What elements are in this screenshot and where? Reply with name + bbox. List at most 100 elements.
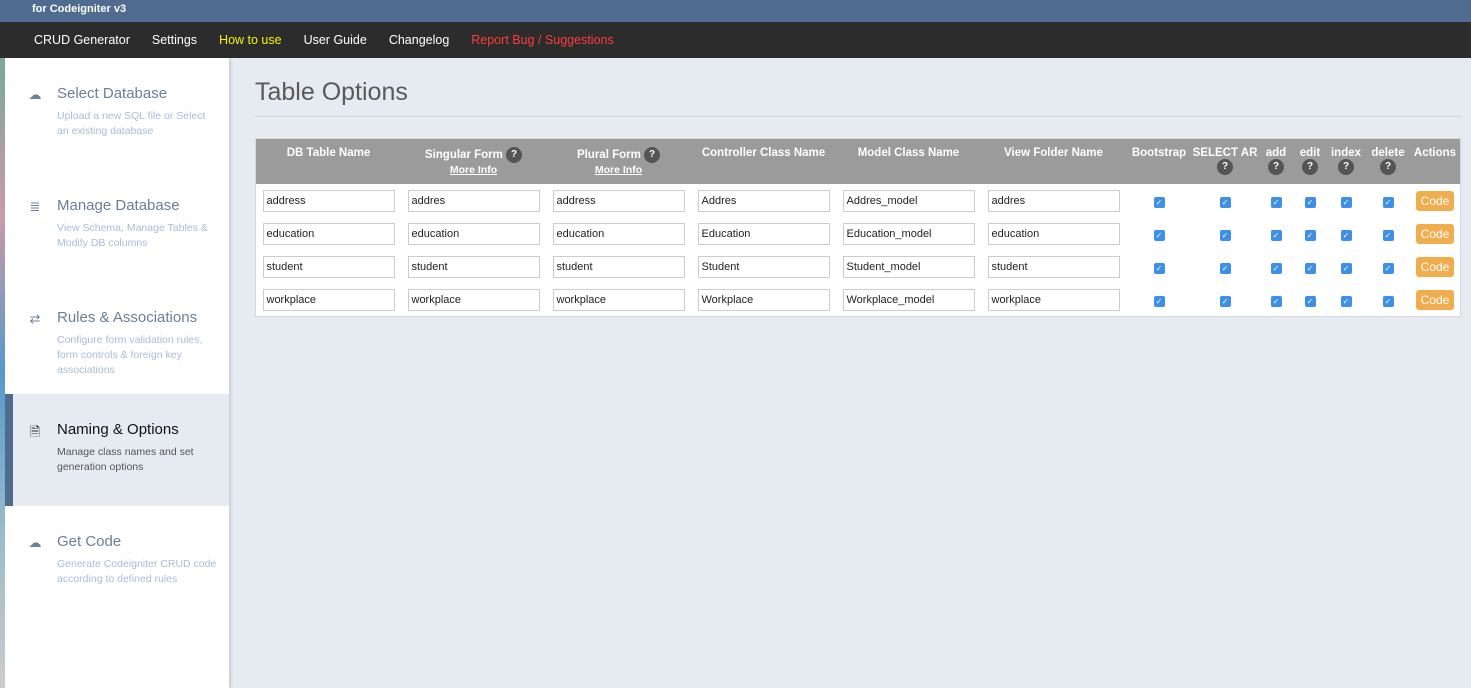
add-checkbox[interactable]: ✓ bbox=[1270, 262, 1282, 274]
model-input[interactable]: Workplace_model bbox=[842, 288, 975, 311]
singular-more-info-link[interactable]: More Info bbox=[401, 164, 546, 176]
nav-changelog[interactable]: Changelog bbox=[389, 33, 449, 47]
code-button[interactable]: Code bbox=[1415, 256, 1455, 277]
controller-input[interactable]: Student bbox=[697, 255, 830, 278]
select-ar-checkbox[interactable]: ✓ bbox=[1219, 229, 1231, 241]
plural-input[interactable]: address bbox=[552, 189, 685, 212]
view-input[interactable]: workplace bbox=[987, 288, 1120, 311]
edit-checkbox[interactable]: ✓ bbox=[1304, 262, 1316, 274]
db-input[interactable]: workplace bbox=[262, 288, 395, 311]
help-icon[interactable]: ? bbox=[506, 147, 523, 163]
select-ar-checkbox[interactable]: ✓ bbox=[1219, 196, 1231, 208]
db-input[interactable]: education bbox=[262, 222, 395, 245]
db-input[interactable]: address bbox=[262, 189, 395, 212]
sidebar-item-manage-database[interactable]: ≣ Manage Database View Schema, Manage Tabl… bbox=[5, 170, 229, 282]
select-ar-checkbox[interactable]: ✓ bbox=[1219, 262, 1231, 274]
help-icon[interactable]: ? bbox=[1268, 159, 1284, 175]
help-icon[interactable]: ? bbox=[1338, 159, 1354, 175]
exchange-icon: ⇄ bbox=[29, 311, 41, 326]
sidebar-item-naming-options[interactable]: 🗎 Naming & Options Manage class names and … bbox=[5, 394, 229, 506]
cell-index: ✓ bbox=[1326, 250, 1366, 283]
singular-input[interactable]: student bbox=[407, 255, 540, 278]
code-button[interactable]: Code bbox=[1415, 190, 1455, 211]
cell-singular: workplace bbox=[401, 283, 546, 316]
code-button[interactable]: Code bbox=[1415, 223, 1455, 244]
db-input[interactable]: student bbox=[262, 255, 395, 278]
view-input[interactable]: education bbox=[987, 222, 1120, 245]
singular-input[interactable]: workplace bbox=[407, 288, 540, 311]
cell-edit: ✓ bbox=[1294, 184, 1326, 217]
cell-view: education bbox=[981, 217, 1126, 250]
col-delete-label: delete bbox=[1371, 147, 1405, 159]
col-plural-label: Plural Form bbox=[576, 149, 641, 162]
cell-index: ✓ bbox=[1326, 184, 1366, 217]
select-ar-checkbox[interactable]: ✓ bbox=[1219, 295, 1231, 307]
plural-input[interactable]: student bbox=[552, 255, 685, 278]
add-checkbox[interactable]: ✓ bbox=[1270, 229, 1282, 241]
cell-db: address bbox=[256, 184, 401, 217]
plural-more-info-link[interactable]: More Info bbox=[546, 164, 691, 176]
bootstrap-checkbox[interactable]: ✓ bbox=[1153, 295, 1165, 307]
model-input[interactable]: Education_model bbox=[842, 222, 975, 245]
col-index-label: index bbox=[1330, 147, 1362, 159]
col-delete: delete? bbox=[1366, 139, 1410, 184]
index-checkbox[interactable]: ✓ bbox=[1340, 295, 1352, 307]
view-input[interactable]: addres bbox=[987, 189, 1120, 212]
edit-checkbox[interactable]: ✓ bbox=[1304, 295, 1316, 307]
cell-bootstrap: ✓ bbox=[1126, 184, 1192, 217]
index-checkbox[interactable]: ✓ bbox=[1340, 229, 1352, 241]
cell-db: student bbox=[256, 250, 401, 283]
nav-how-to-use[interactable]: How to use bbox=[219, 33, 282, 47]
cell-delete: ✓ bbox=[1366, 184, 1410, 217]
cell-add: ✓ bbox=[1258, 184, 1294, 217]
add-checkbox[interactable]: ✓ bbox=[1270, 295, 1282, 307]
cell-plural: address bbox=[546, 184, 691, 217]
cell-index: ✓ bbox=[1326, 217, 1366, 250]
cell-add: ✓ bbox=[1258, 217, 1294, 250]
index-checkbox[interactable]: ✓ bbox=[1340, 262, 1352, 274]
bootstrap-checkbox[interactable]: ✓ bbox=[1153, 196, 1165, 208]
cell-actions: Code bbox=[1410, 217, 1460, 250]
bootstrap-checkbox[interactable]: ✓ bbox=[1153, 262, 1165, 274]
help-icon[interactable]: ? bbox=[1380, 159, 1396, 175]
singular-input[interactable]: education bbox=[407, 222, 540, 245]
index-checkbox[interactable]: ✓ bbox=[1340, 196, 1352, 208]
singular-input[interactable]: addres bbox=[407, 189, 540, 212]
delete-checkbox[interactable]: ✓ bbox=[1382, 196, 1394, 208]
delete-checkbox[interactable]: ✓ bbox=[1382, 295, 1394, 307]
controller-input[interactable]: Addres bbox=[697, 189, 830, 212]
top-nav: CRUD Generator Settings How to use User … bbox=[0, 22, 1471, 58]
col-add: add? bbox=[1258, 139, 1294, 184]
view-input[interactable]: student bbox=[987, 255, 1120, 278]
cell-bootstrap: ✓ bbox=[1126, 217, 1192, 250]
sidebar-item-select-database[interactable]: ☁ Select Database Upload a new SQL file or… bbox=[5, 58, 229, 170]
plural-input[interactable]: workplace bbox=[552, 288, 685, 311]
help-icon[interactable]: ? bbox=[644, 147, 661, 163]
help-icon[interactable]: ? bbox=[1217, 159, 1233, 175]
nav-settings[interactable]: Settings bbox=[152, 33, 197, 47]
model-input[interactable]: Addres_model bbox=[842, 189, 975, 212]
add-checkbox[interactable]: ✓ bbox=[1270, 196, 1282, 208]
nav-user-guide[interactable]: User Guide bbox=[304, 33, 367, 47]
col-view-folder-name: View Folder Name bbox=[981, 139, 1126, 184]
plural-input[interactable]: education bbox=[552, 222, 685, 245]
code-button[interactable]: Code bbox=[1415, 289, 1455, 310]
edit-checkbox[interactable]: ✓ bbox=[1304, 196, 1316, 208]
nav-crud-generator[interactable]: CRUD Generator bbox=[34, 33, 130, 47]
edit-checkbox[interactable]: ✓ bbox=[1304, 229, 1316, 241]
controller-input[interactable]: Education bbox=[697, 222, 830, 245]
sidebar-item-get-code[interactable]: ☁ Get Code Generate Codeigniter CRUD code … bbox=[5, 506, 229, 618]
sidebar-item-description: Generate Codeigniter CRUD code according… bbox=[57, 558, 217, 585]
nav-report-bug[interactable]: Report Bug / Suggestions bbox=[471, 33, 613, 47]
delete-checkbox[interactable]: ✓ bbox=[1382, 229, 1394, 241]
model-input[interactable]: Student_model bbox=[842, 255, 975, 278]
col-add-label: add bbox=[1265, 147, 1287, 159]
delete-checkbox[interactable]: ✓ bbox=[1382, 262, 1394, 274]
help-icon[interactable]: ? bbox=[1302, 159, 1318, 175]
sidebar-item-title: Manage Database bbox=[57, 197, 180, 214]
table-row: workplace workplace workplace Workplace Work… bbox=[256, 283, 1460, 316]
sidebar-item-rules-associations[interactable]: ⇄ Rules & Associations Configure form vali… bbox=[5, 282, 229, 394]
col-db-table-name: DB Table Name bbox=[256, 139, 401, 184]
bootstrap-checkbox[interactable]: ✓ bbox=[1153, 229, 1165, 241]
controller-input[interactable]: Workplace bbox=[697, 288, 830, 311]
